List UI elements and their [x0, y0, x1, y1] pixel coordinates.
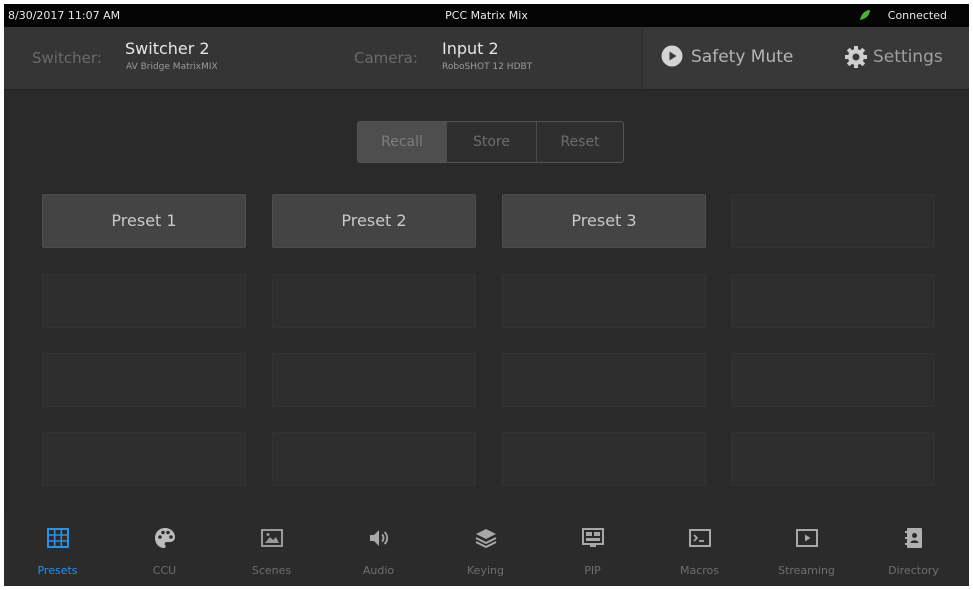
switcher-label: Switcher:: [32, 49, 102, 67]
layers-icon: [475, 529, 497, 549]
nav-ccu[interactable]: CCU: [111, 516, 218, 586]
nav-streaming[interactable]: Streaming: [753, 516, 860, 586]
app-title: PCC Matrix Mix: [445, 9, 528, 22]
tab-store[interactable]: Store: [447, 122, 537, 162]
settings-button[interactable]: Settings: [821, 27, 969, 89]
camera-label: Camera:: [354, 49, 418, 67]
play-circle-icon: [661, 45, 683, 67]
safety-mute-label: Safety Mute: [691, 47, 794, 67]
nav-label: Keying: [467, 564, 504, 577]
address-book-icon: [905, 528, 922, 548]
nav-keying[interactable]: Keying: [432, 516, 539, 586]
tab-reset[interactable]: Reset: [537, 122, 623, 162]
preset-button-2[interactable]: Preset 2: [272, 194, 476, 248]
play-box-icon: [796, 529, 818, 547]
leaf-icon: [860, 10, 870, 20]
preset-button-6[interactable]: [272, 274, 476, 328]
preset-button-5[interactable]: [42, 274, 246, 328]
nav-pip[interactable]: PIP: [539, 516, 646, 586]
terminal-icon: [689, 529, 711, 547]
nav-macros[interactable]: Macros: [646, 516, 753, 586]
preset-button-13[interactable]: [42, 432, 246, 486]
bottom-nav: Presets CCU Scenes Audio Keying PIP Macr…: [4, 516, 969, 586]
scene-image-icon: [261, 529, 283, 547]
grid-icon: [47, 528, 69, 548]
preset-mode-toggle: Recall Store Reset: [357, 121, 624, 163]
nav-audio[interactable]: Audio: [325, 516, 432, 586]
nav-label: Macros: [679, 564, 720, 577]
switcher-model: AV Bridge MatrixMIX: [126, 62, 218, 72]
camera-model: RoboSHOT 12 HDBT: [442, 62, 533, 72]
nav-label: Presets: [37, 564, 78, 577]
nav-directory[interactable]: Directory: [860, 516, 967, 586]
settings-label: Settings: [873, 47, 943, 67]
pip-monitor-icon: [582, 528, 604, 547]
preset-button-11[interactable]: [502, 353, 706, 407]
preset-button-12[interactable]: [731, 353, 935, 407]
nav-scenes[interactable]: Scenes: [218, 516, 325, 586]
nav-label: PIP: [584, 564, 601, 577]
safety-mute-button[interactable]: Safety Mute: [642, 27, 822, 89]
preset-button-8[interactable]: [731, 274, 935, 328]
palette-icon: [155, 528, 175, 548]
connection-status: Connected: [887, 9, 947, 22]
nav-label: Streaming: [778, 564, 835, 577]
preset-button-7[interactable]: [502, 274, 706, 328]
camera-name: Input 2: [442, 39, 499, 58]
tab-recall[interactable]: Recall: [358, 122, 447, 162]
preset-button-16[interactable]: [731, 432, 935, 486]
preset-button-4[interactable]: [731, 194, 935, 248]
gear-icon: [845, 46, 867, 68]
header-bar: Switcher: Switcher 2 AV Bridge MatrixMIX…: [4, 27, 969, 90]
status-bar: 8/30/2017 11:07 AM PCC Matrix Mix Connec…: [4, 4, 969, 27]
preset-button-1[interactable]: Preset 1: [42, 194, 246, 248]
nav-label: Directory: [888, 564, 939, 577]
preset-button-9[interactable]: [42, 353, 246, 407]
preset-button-10[interactable]: [272, 353, 476, 407]
app-screen: 8/30/2017 11:07 AM PCC Matrix Mix Connec…: [4, 4, 969, 586]
preset-button-3[interactable]: Preset 3: [502, 194, 706, 248]
switcher-name: Switcher 2: [125, 39, 210, 58]
preset-button-15[interactable]: [502, 432, 706, 486]
nav-label: Audio: [362, 564, 395, 577]
preset-button-14[interactable]: [272, 432, 476, 486]
speaker-icon: [370, 530, 389, 546]
nav-label: CCU: [152, 564, 177, 577]
nav-presets[interactable]: Presets: [4, 516, 111, 586]
nav-label: Scenes: [251, 564, 292, 577]
